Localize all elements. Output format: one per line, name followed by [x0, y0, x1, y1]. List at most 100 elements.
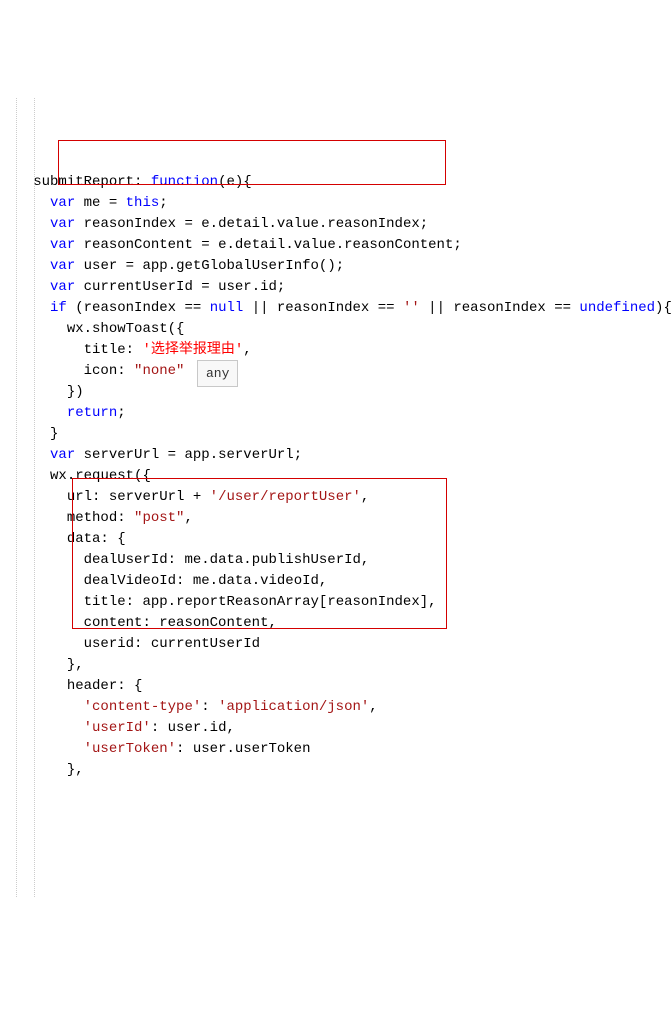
token-punct: . [252, 279, 260, 295]
code-line[interactable]: title: app.reportReasonArray[reasonIndex… [8, 592, 671, 613]
code-line[interactable]: content: reasonContent, [8, 613, 671, 634]
code-line[interactable]: title: '选择举报理由', [8, 340, 671, 361]
token-punct: = [126, 258, 143, 274]
token-punct: + [193, 489, 210, 505]
token-punct: . [336, 237, 344, 253]
token-kw: var [50, 279, 75, 295]
token-punct: : [176, 573, 193, 589]
code-line[interactable]: dealVideoId: me.data.videoId, [8, 571, 671, 592]
code-line[interactable]: icon: "none" [8, 361, 671, 382]
token-str: "post" [134, 510, 184, 526]
token-ident: user [193, 741, 227, 757]
code-line[interactable]: data: { [8, 529, 671, 550]
code-line[interactable]: method: "post", [8, 508, 671, 529]
token-ident: data [210, 552, 244, 568]
token-ident: serverUrl [109, 489, 193, 505]
token-punct: : [92, 489, 109, 505]
code-editor[interactable]: submitReport: function(e){ var me = this… [8, 88, 671, 907]
code-line[interactable]: return; [8, 403, 671, 424]
token-ident: data [218, 573, 252, 589]
token-punct: : [126, 342, 143, 358]
token-ident: reasonIndex [327, 216, 419, 232]
code-line[interactable]: 'content-type': 'application/json', [8, 697, 671, 718]
code-line[interactable]: dealUserId: me.data.publishUserId, [8, 550, 671, 571]
token-ident: app [142, 258, 167, 274]
code-body[interactable]: submitReport: function(e){ var me = this… [8, 172, 671, 781]
indent-guide [16, 98, 17, 897]
token-kw: function [151, 174, 218, 190]
token-str: 'userId' [84, 720, 151, 736]
code-line[interactable]: if (reasonIndex == null || reasonIndex =… [8, 298, 671, 319]
token-ident: reasonContent [344, 237, 453, 253]
token-str: 'userToken' [84, 741, 176, 757]
token-kw: if [50, 300, 67, 316]
code-line[interactable]: var user = app.getGlobalUserInfo(); [8, 256, 671, 277]
token-kw: var [50, 447, 75, 463]
code-line[interactable]: }, [8, 655, 671, 676]
code-line[interactable]: url: serverUrl + '/user/reportUser', [8, 487, 671, 508]
token-kw: null [210, 300, 244, 316]
token-ident: value [294, 237, 336, 253]
token-punct: . [168, 594, 176, 610]
token-kw: this [126, 195, 160, 211]
token-ident: reasonIndex [277, 300, 378, 316]
code-line[interactable]: wx.showToast({ [8, 319, 671, 340]
code-line[interactable]: 'userToken': user.userToken [8, 739, 671, 760]
code-line[interactable]: }) [8, 382, 671, 403]
code-line[interactable]: var reasonContent = e.detail.value.reaso… [8, 235, 671, 256]
token-ident: app [142, 594, 167, 610]
token-punct: , [184, 510, 192, 526]
token-ident: user [75, 258, 125, 274]
token-str: 'application/json' [218, 699, 369, 715]
token-punct: (); [319, 258, 344, 274]
token-punct: : { [117, 678, 142, 694]
token-ident: id [210, 720, 227, 736]
code-line[interactable]: var me = this; [8, 193, 671, 214]
token-ident: reasonIndex [84, 300, 185, 316]
token-punct: . [269, 216, 277, 232]
token-punct: , [369, 699, 377, 715]
code-line[interactable]: 'userId': user.id, [8, 718, 671, 739]
token-punct: ){ [655, 300, 671, 316]
token-punct: , [268, 615, 276, 631]
token-punct: . [168, 258, 176, 274]
token-ident: e [201, 216, 209, 232]
code-line[interactable]: userid: currentUserId [8, 634, 671, 655]
token-punct: : [151, 720, 168, 736]
token-ident: data [67, 531, 101, 547]
token-ident: userid [84, 636, 134, 652]
token-ident: dealVideoId [84, 573, 176, 589]
token-punct: ; [294, 447, 302, 463]
token-ident: dealUserId [84, 552, 168, 568]
token-str-zh: '选择举报理由' [142, 342, 243, 358]
token-punct: ], [420, 594, 437, 610]
token-punct: . [67, 468, 75, 484]
token-punct: ; [420, 216, 428, 232]
token-punct: . [226, 741, 234, 757]
code-line[interactable]: var serverUrl = app.serverUrl; [8, 445, 671, 466]
code-line[interactable]: } [8, 424, 671, 445]
token-punct: : [134, 636, 151, 652]
token-str: '' [403, 300, 420, 316]
code-line[interactable]: header: { [8, 676, 671, 697]
code-line[interactable]: submitReport: function(e){ [8, 172, 671, 193]
token-punct: == [554, 300, 579, 316]
token-punct: , [361, 552, 369, 568]
token-punct: || [420, 300, 454, 316]
code-line[interactable]: var currentUserId = user.id; [8, 277, 671, 298]
token-ident: wx [50, 468, 67, 484]
code-line[interactable]: }, [8, 760, 671, 781]
token-ident: detail [218, 216, 268, 232]
token-ident: id [260, 279, 277, 295]
token-punct: : [201, 699, 218, 715]
token-ident: currentUserId [151, 636, 260, 652]
code-line[interactable]: wx.request({ [8, 466, 671, 487]
token-punct: . [201, 720, 209, 736]
token-ident: detail [235, 237, 285, 253]
token-ident: showToast [92, 321, 168, 337]
code-line[interactable]: var reasonIndex = e.detail.value.reasonI… [8, 214, 671, 235]
token-ident: content [84, 615, 143, 631]
token-ident: reasonIndex [453, 300, 554, 316]
token-punct: , [319, 573, 327, 589]
token-punct: == [184, 300, 209, 316]
